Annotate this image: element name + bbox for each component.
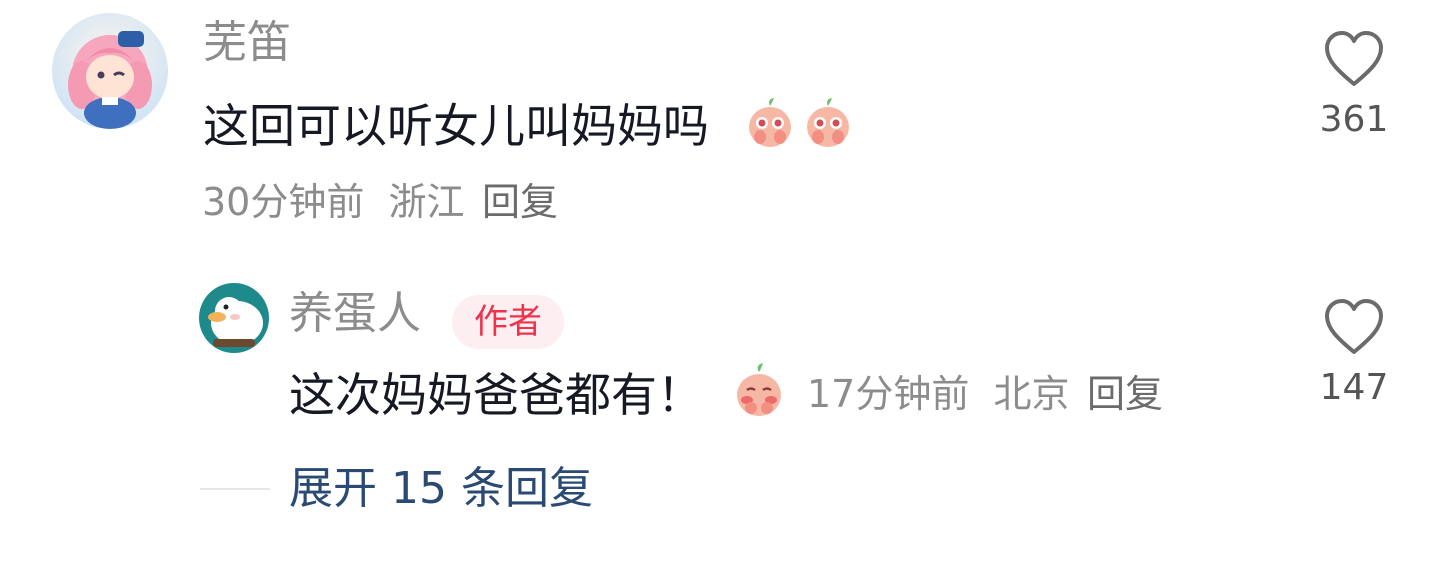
like-button[interactable]: 147 — [1314, 298, 1394, 406]
comment-section: 芜笛 这回可以听女儿叫妈妈吗 30分钟前 浙江 回复 361 养蛋人 作者 这次… — [0, 0, 1440, 572]
comment-time: 30分钟前 — [202, 180, 365, 224]
reply-meta: 17分钟前 北京 — [807, 375, 1069, 413]
reply-button[interactable]: 回复 — [1087, 375, 1163, 413]
like-count: 361 — [1319, 99, 1389, 140]
reply-location: 北京 — [993, 372, 1070, 416]
comment-username[interactable]: 芜笛 — [203, 21, 291, 65]
duck-avatar-icon — [199, 283, 269, 353]
comment-meta: 30分钟前 浙江 — [202, 183, 464, 221]
like-count: 147 — [1319, 367, 1389, 408]
divider — [200, 488, 270, 490]
anime-girl-avatar-icon — [52, 13, 168, 129]
avatar[interactable] — [52, 13, 168, 129]
author-badge: 作者 — [452, 295, 564, 349]
reply-text: 这次妈妈爸爸都有！ — [289, 368, 703, 422]
peach-shy-emoji-icon — [807, 98, 849, 147]
expand-replies-button[interactable]: 展开 15 条回复 — [289, 467, 593, 511]
peach-shy-emoji-icon — [749, 98, 791, 147]
reply-username[interactable]: 养蛋人 — [289, 292, 421, 336]
like-button[interactable]: 361 — [1314, 30, 1394, 138]
reply-time: 17分钟前 — [807, 372, 970, 416]
heart-icon — [1325, 31, 1383, 86]
heart-icon — [1325, 299, 1383, 354]
peach-blush-emoji-icon — [737, 363, 781, 416]
reply-button[interactable]: 回复 — [482, 183, 558, 221]
comment-text: 这回可以听女儿叫妈妈吗 — [203, 99, 709, 153]
comment-location: 浙江 — [388, 180, 465, 224]
avatar[interactable] — [199, 283, 269, 353]
